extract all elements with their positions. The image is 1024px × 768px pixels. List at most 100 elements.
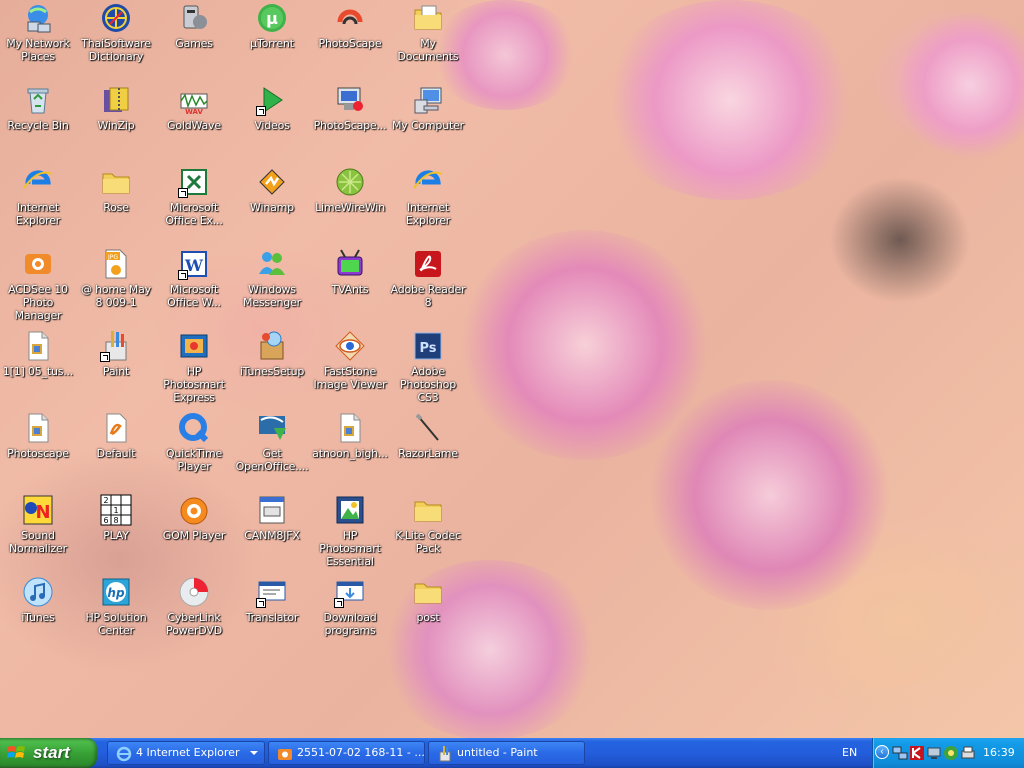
desktop-icon[interactable]: Translator (234, 576, 310, 624)
desktop-icon[interactable]: QuickTime Player (156, 412, 232, 473)
desktop-icon-label: Download programs (323, 611, 377, 637)
desktop-icon-label: post (416, 611, 440, 624)
default-file-icon (100, 412, 132, 444)
desktop-icon[interactable]: N Sound Normalizer (0, 494, 76, 555)
desktop-icon[interactable]: RazorLame (390, 412, 466, 460)
desktop-icon[interactable]: Recycle Bin (0, 84, 76, 132)
desktop-icon[interactable]: WinZip (78, 84, 154, 132)
desktop-icon-label: Rose (103, 201, 129, 214)
taskbar: start 4 Internet Explorer 2551-07-02 168… (0, 738, 1024, 768)
taskbar-button-label: 2551-07-02 168-11 - ... (297, 746, 425, 759)
desktop-icon[interactable]: Winamp (234, 166, 310, 214)
sound-normalizer-icon: N (22, 494, 54, 526)
desktop-icon-label: WinZip (97, 119, 135, 132)
desktop-icon[interactable]: µ µTorrent (234, 2, 310, 50)
hp-photosmart-express-icon (178, 330, 210, 362)
clock[interactable]: 16:39 (983, 746, 1015, 759)
desktop-icon[interactable]: K-Lite Codec Pack (390, 494, 466, 555)
file-icon (22, 412, 54, 444)
desktop-icon[interactable]: hp HP Solution Center (78, 576, 154, 637)
desktop-icon[interactable]: PhotoScape (312, 2, 388, 50)
desktop-icon[interactable]: CyberLink PowerDVD (156, 576, 232, 637)
kaspersky-icon[interactable] (909, 745, 925, 761)
desktop-icon[interactable]: iTunesSetup (234, 330, 310, 378)
svg-text:hp: hp (107, 586, 125, 600)
folder-icon (412, 494, 444, 526)
desktop-icon-label: Adobe Photoshop CS3 (400, 365, 456, 404)
desktop-icon[interactable]: My Computer (390, 84, 466, 132)
network-places-icon (22, 2, 54, 34)
internet-explorer-icon (22, 166, 54, 198)
desktop-icon[interactable]: post (390, 576, 466, 624)
desktop-icon[interactable]: Videos (234, 84, 310, 132)
desktop-icon[interactable]: 2 1 6 8 PLAY (78, 494, 154, 542)
desktop-icon[interactable]: Windows Messenger (234, 248, 310, 309)
start-button[interactable]: start (0, 738, 97, 768)
desktop-icon[interactable]: atnoon_bigh... (312, 412, 388, 460)
acdsee-icon (22, 248, 54, 280)
windows-logo-icon (7, 746, 25, 758)
hp-icon[interactable] (943, 745, 959, 761)
desktop-icon[interactable]: LimeWireWin (312, 166, 388, 214)
desktop-icon[interactable]: Download programs (312, 576, 388, 637)
desktop-icon[interactable]: Adobe Reader 8 (390, 248, 466, 309)
desktop-icon[interactable]: iTunes (0, 576, 76, 624)
desktop-icon[interactable]: Internet Explorer (390, 166, 466, 227)
desktop-icon[interactable]: Ps Adobe Photoshop CS3 (390, 330, 466, 404)
desktop-icon[interactable]: Internet Explorer (0, 166, 76, 227)
desktop-icon[interactable]: WAV GoldWave (156, 84, 232, 132)
language-indicator[interactable]: EN (842, 746, 857, 759)
desktop-icon[interactable]: HP Photosmart Express (156, 330, 232, 404)
printer-icon[interactable] (960, 745, 976, 761)
desktop-icon[interactable]: Get OpenOffice.... (234, 412, 310, 473)
shortcut-arrow-icon (100, 352, 110, 362)
desktop-icon-label: Translator (245, 611, 299, 624)
desktop-icon[interactable]: 1[1] 05_tus... (0, 330, 76, 378)
desktop-icon[interactable]: Photoscape (0, 412, 76, 460)
desktop-icon[interactable]: FastStone Image Viewer (312, 330, 388, 391)
folder-icon (412, 576, 444, 608)
desktop-icon-label: PLAY (103, 529, 129, 542)
taskbar-button-acdsee[interactable]: 2551-07-02 168-11 - ... (268, 741, 425, 765)
network-connection-icon[interactable] (926, 745, 942, 761)
desktop-icon[interactable]: PhotoScape... (312, 84, 388, 132)
taskbar-button-label: untitled - Paint (457, 746, 538, 759)
desktop-icon-label: RazorLame (398, 447, 458, 460)
start-label: start (33, 743, 70, 762)
desktop[interactable]: My Network Places ThaiSoftware Dictionary… (0, 0, 1024, 738)
file-icon (334, 412, 366, 444)
photoscape-icon (334, 2, 366, 34)
taskbar-button-paint[interactable]: untitled - Paint (428, 741, 585, 765)
desktop-icon[interactable]: W Microsoft Office W... (156, 248, 232, 309)
desktop-icon-label: iTunes (21, 611, 55, 624)
desktop-icon-label: My Documents (397, 37, 459, 63)
desktop-icon[interactable]: My Network Places (0, 2, 76, 63)
desktop-icon[interactable]: CANM8JFX (234, 494, 310, 542)
desktop-icon[interactable]: TVAnts (312, 248, 388, 296)
desktop-icon[interactable]: Default (78, 412, 154, 460)
desktop-icon[interactable]: ThaiSoftware Dictionary (78, 2, 154, 63)
show-hidden-icons-icon[interactable]: ‹ (875, 745, 889, 759)
games-icon (178, 2, 210, 34)
shortcut-arrow-icon (178, 188, 188, 198)
desktop-icon[interactable]: Paint (78, 330, 154, 378)
desktop-icon-label: LimeWireWin (315, 201, 385, 214)
desktop-icon-label: CyberLink PowerDVD (166, 611, 222, 637)
desktop-icon[interactable]: My Documents (390, 2, 466, 63)
openoffice-icon (256, 412, 288, 444)
desktop-icon[interactable]: GOM Player (156, 494, 232, 542)
internet-explorer-icon (412, 166, 444, 198)
svg-text:JPG: JPG (107, 254, 118, 261)
network-icon[interactable] (892, 745, 908, 761)
desktop-icon[interactable]: Games (156, 2, 232, 50)
desktop-icon-label: atnoon_bigh... (312, 447, 388, 460)
desktop-icon[interactable]: Microsoft Office Ex... (156, 166, 232, 227)
download-programs-icon (334, 576, 366, 608)
desktop-icon[interactable]: HP Photosmart Essential (312, 494, 388, 568)
taskbar-button-internet-explorer[interactable]: 4 Internet Explorer (107, 741, 265, 765)
desktop-icon[interactable]: Rose (78, 166, 154, 214)
desktop-icon-label: Winamp (250, 201, 294, 214)
desktop-icon[interactable]: JPG @ home May 8 009-1 (78, 248, 154, 309)
desktop-icon[interactable]: ACDSee 10 Photo Manager (0, 248, 76, 322)
powerdvd-icon (178, 576, 210, 608)
